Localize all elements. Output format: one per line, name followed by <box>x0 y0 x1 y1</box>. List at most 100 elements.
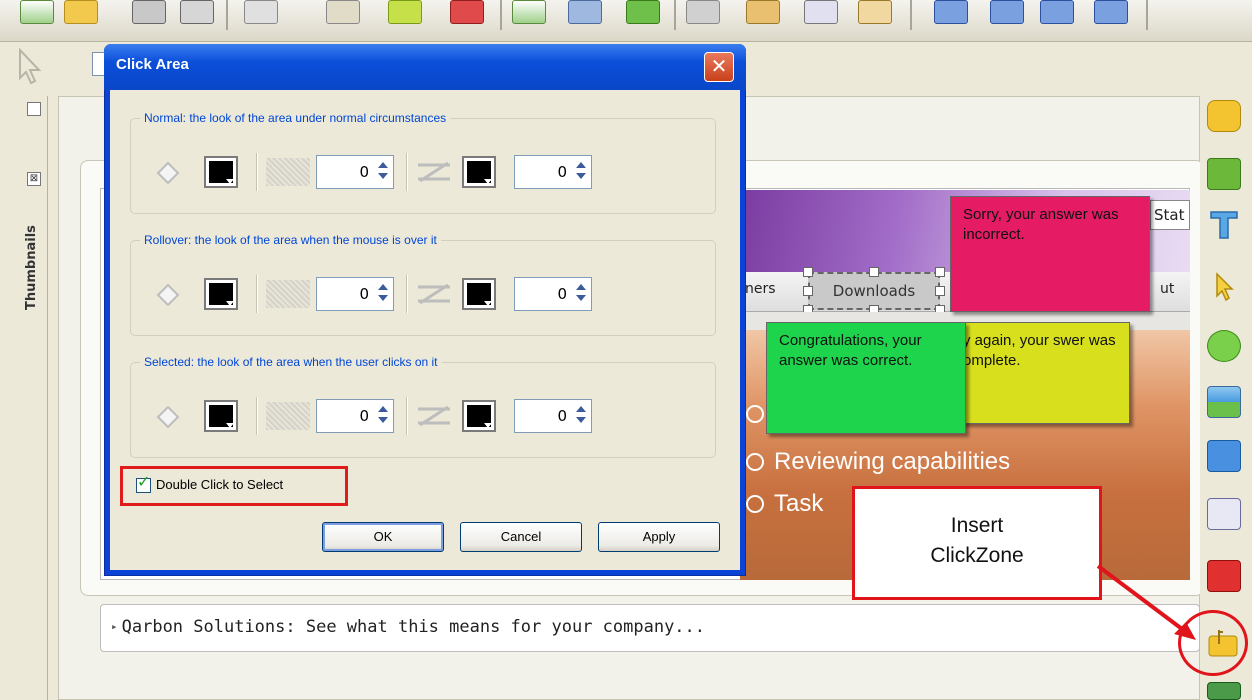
apply-button[interactable]: Apply <box>598 522 720 552</box>
line-width-stepper[interactable]: 0 <box>514 399 592 433</box>
add-slide-green-icon[interactable] <box>626 0 660 24</box>
fill-color-swatch[interactable] <box>204 400 238 432</box>
spin-down-icon[interactable] <box>378 173 388 179</box>
fill-color-icon <box>156 161 180 185</box>
restore-icon[interactable] <box>27 102 41 116</box>
slide-nav-about: ut <box>1160 281 1175 297</box>
stop-icon[interactable] <box>1207 560 1241 592</box>
paste-icon[interactable] <box>326 0 360 24</box>
record-icon[interactable] <box>568 0 602 24</box>
fill-opacity-stepper[interactable]: 0 <box>316 155 394 189</box>
spin-down-icon[interactable] <box>576 173 586 179</box>
document-icon[interactable] <box>1207 498 1241 530</box>
correct-caption[interactable]: Congratulations, your answer was correct… <box>766 322 966 434</box>
line-width-stepper[interactable]: 0 <box>514 277 592 311</box>
line-color-swatch[interactable] <box>462 278 496 310</box>
wand-icon[interactable] <box>858 0 892 24</box>
prev-icon[interactable] <box>990 0 1024 24</box>
shape-icon[interactable] <box>1207 330 1241 362</box>
shield-icon[interactable] <box>686 0 720 24</box>
dropdown-arrow-icon <box>226 423 234 428</box>
spin-up-icon[interactable] <box>378 162 388 168</box>
resize-handle[interactable] <box>803 286 813 296</box>
swatch-color <box>467 405 492 428</box>
fill-opacity-stepper[interactable]: 0 <box>316 399 394 433</box>
spin-up-icon[interactable] <box>576 162 586 168</box>
cut-icon[interactable] <box>244 0 278 24</box>
bullet-icon <box>746 495 764 513</box>
line-color-swatch[interactable] <box>462 156 496 188</box>
slide-nav-partners: ners <box>745 281 776 297</box>
dialog-title: Click Area <box>116 56 189 73</box>
speech-bubble-icon[interactable] <box>1207 100 1241 132</box>
thumbnails-tab[interactable]: Thumbnails <box>24 190 46 310</box>
spin-arrows[interactable] <box>376 282 390 306</box>
line-style-icon <box>418 161 450 183</box>
incomplete-caption[interactable]: y again, your swer was omplete. <box>950 322 1130 424</box>
fill-color-icon <box>156 283 180 307</box>
delete-icon[interactable] <box>450 0 484 24</box>
line-color-swatch[interactable] <box>462 400 496 432</box>
incomplete-caption-text: y again, your swer was omplete. <box>963 332 1116 369</box>
insert-slide-icon[interactable] <box>512 0 546 24</box>
image-edit-icon[interactable] <box>1207 158 1241 190</box>
spin-down-icon[interactable] <box>576 417 586 423</box>
resize-handle[interactable] <box>803 267 813 277</box>
fill-color-swatch[interactable] <box>204 278 238 310</box>
text-icon[interactable] <box>1207 208 1241 240</box>
save-icon[interactable] <box>132 0 166 24</box>
last-icon[interactable] <box>1094 0 1128 24</box>
stepper-value: 0 <box>359 285 369 303</box>
annotation-line-2: ClickZone <box>930 544 1024 567</box>
spin-down-icon[interactable] <box>378 295 388 301</box>
line-width-stepper[interactable]: 0 <box>514 155 592 189</box>
resize-handle[interactable] <box>935 267 945 277</box>
print-icon[interactable] <box>180 0 214 24</box>
spin-up-icon[interactable] <box>576 284 586 290</box>
spin-up-icon[interactable] <box>378 284 388 290</box>
next-icon[interactable] <box>1040 0 1074 24</box>
checkmark-icon: ✓ <box>137 472 151 491</box>
ok-button[interactable]: OK <box>322 522 444 552</box>
dropdown-arrow-icon <box>484 301 492 306</box>
swatch-color <box>467 161 492 184</box>
incorrect-caption[interactable]: Sorry, your answer was incorrect. <box>950 196 1150 312</box>
close-panel-icon[interactable]: ⊠ <box>27 172 41 186</box>
preview-icon[interactable] <box>804 0 838 24</box>
pointer-tool-icon[interactable] <box>12 48 46 86</box>
new-slide-icon[interactable] <box>20 0 54 24</box>
open-folder-icon[interactable] <box>64 0 98 24</box>
double-click-label[interactable]: Double Click to Select <box>156 477 283 492</box>
text-box-icon[interactable] <box>1207 682 1241 700</box>
pointer-icon[interactable] <box>1207 270 1241 302</box>
picture-icon[interactable] <box>1207 386 1241 418</box>
spin-arrows[interactable] <box>376 404 390 428</box>
resize-handle[interactable] <box>869 267 879 277</box>
fill-color-swatch[interactable] <box>204 156 238 188</box>
spin-arrows[interactable] <box>574 160 588 184</box>
audio-icon[interactable] <box>746 0 780 24</box>
toolbar-separator <box>500 0 502 30</box>
close-icon[interactable]: ✕ <box>704 52 734 82</box>
stepper-value: 0 <box>557 407 567 425</box>
opacity-pattern-icon <box>266 402 310 430</box>
first-icon[interactable] <box>934 0 968 24</box>
spin-arrows[interactable] <box>574 404 588 428</box>
expand-arrow-icon[interactable]: ▸ <box>111 620 118 633</box>
dropdown-arrow-icon <box>226 301 234 306</box>
spin-arrows[interactable] <box>574 282 588 306</box>
cancel-button[interactable]: Cancel <box>460 522 582 552</box>
swatch-color <box>209 405 234 428</box>
spin-up-icon[interactable] <box>378 406 388 412</box>
opacity-pattern-icon <box>266 280 310 308</box>
spin-down-icon[interactable] <box>378 417 388 423</box>
fill-opacity-stepper[interactable]: 0 <box>316 277 394 311</box>
bullet-icon <box>746 453 764 471</box>
spin-up-icon[interactable] <box>576 406 586 412</box>
ok-button-icon[interactable] <box>1207 440 1241 472</box>
resize-handle[interactable] <box>935 286 945 296</box>
add-icon[interactable] <box>388 0 422 24</box>
spin-down-icon[interactable] <box>576 295 586 301</box>
dialog-titlebar[interactable] <box>104 44 746 90</box>
spin-arrows[interactable] <box>376 160 390 184</box>
